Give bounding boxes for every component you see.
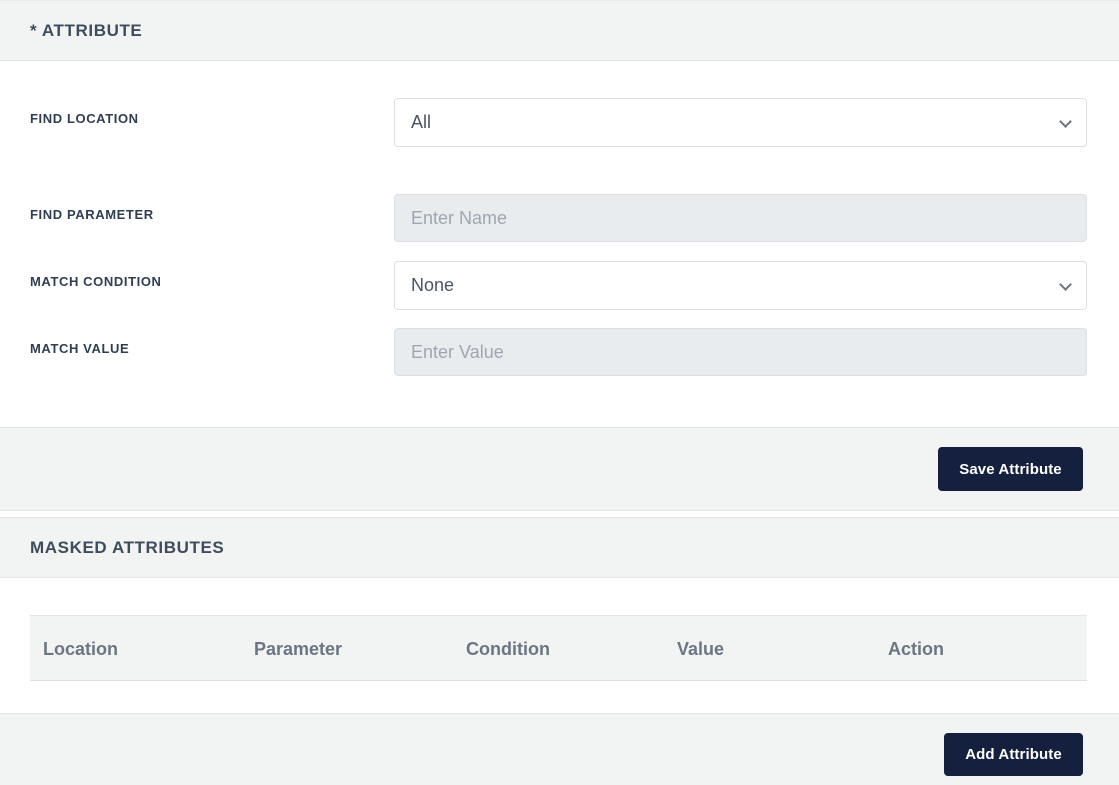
- masked-attributes-table-header: Location Parameter Condition Value Actio…: [30, 615, 1087, 681]
- chevron-down-icon: [1059, 114, 1072, 128]
- match-condition-label: MATCH CONDITION: [30, 274, 162, 289]
- masked-attributes-header: MASKED ATTRIBUTES: [0, 517, 1119, 578]
- add-attribute-button[interactable]: Add Attribute: [944, 733, 1083, 776]
- column-header-location: Location: [43, 638, 118, 659]
- match-value-input[interactable]: Enter Value: [394, 328, 1087, 376]
- find-location-label: FIND LOCATION: [30, 111, 139, 126]
- find-location-value: All: [411, 112, 432, 132]
- column-header-parameter: Parameter: [254, 638, 343, 659]
- save-attribute-button[interactable]: Save Attribute: [938, 447, 1083, 491]
- chevron-down-icon: [1059, 277, 1072, 291]
- attribute-section-title: * ATTRIBUTE: [30, 20, 143, 40]
- match-condition-select[interactable]: None: [394, 261, 1087, 310]
- find-parameter-placeholder: Enter Name: [411, 207, 508, 228]
- attribute-section-header: * ATTRIBUTE: [0, 0, 1119, 61]
- find-location-select[interactable]: All: [394, 98, 1087, 147]
- match-value-placeholder: Enter Value: [411, 341, 504, 362]
- find-parameter-label: FIND PARAMETER: [30, 207, 154, 222]
- match-value-label: MATCH VALUE: [30, 341, 130, 356]
- column-header-condition: Condition: [466, 638, 550, 659]
- find-parameter-input[interactable]: Enter Name: [394, 194, 1087, 242]
- masked-attributes-title: MASKED ATTRIBUTES: [30, 537, 225, 557]
- match-condition-value: None: [411, 275, 455, 295]
- column-header-value: Value: [677, 638, 725, 659]
- column-header-action: Action: [888, 638, 944, 659]
